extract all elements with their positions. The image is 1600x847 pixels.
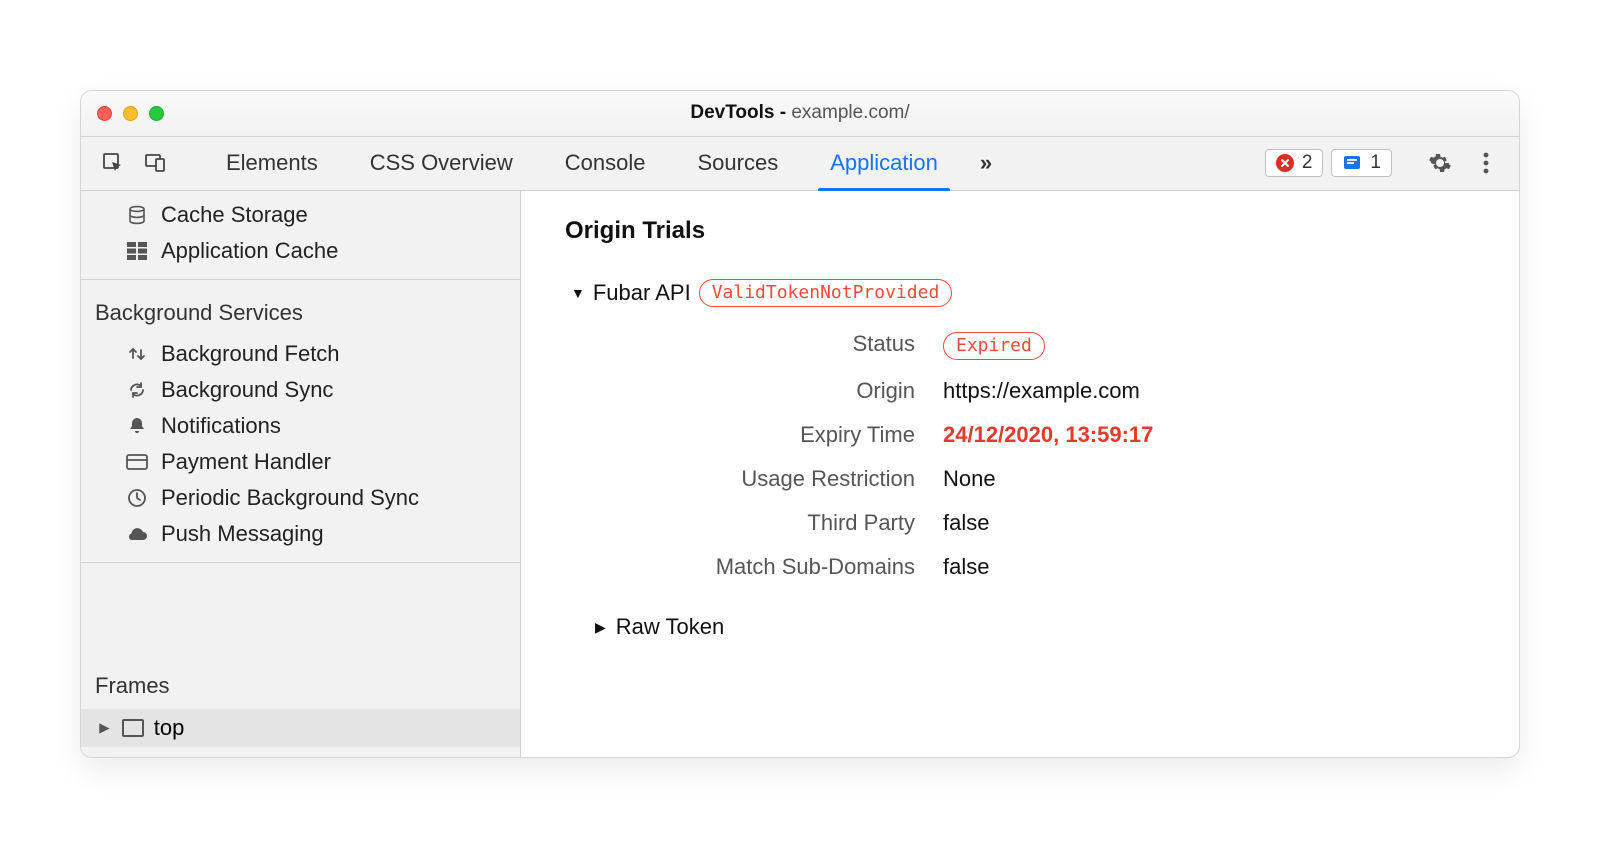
panel-tabs: Elements CSS Overview Console Sources Ap… xyxy=(200,137,964,190)
fetch-icon xyxy=(125,344,149,364)
device-toolbar-button[interactable] xyxy=(135,145,175,181)
sidebar-item-label: Payment Handler xyxy=(161,449,331,475)
devtools-window: DevTools - example.com/ xyxy=(80,90,1520,758)
raw-token-row[interactable]: ▶ Raw Token xyxy=(595,614,1475,640)
sidebar-item-background-fetch[interactable]: Background Fetch xyxy=(81,336,520,372)
bell-icon xyxy=(125,416,149,436)
detail-val-match-subdomains: false xyxy=(943,554,1475,580)
cloud-icon xyxy=(125,526,149,542)
sidebar-item-notifications[interactable]: Notifications xyxy=(81,408,520,444)
tab-css-overview[interactable]: CSS Overview xyxy=(344,137,539,190)
more-tabs-button[interactable]: » xyxy=(964,137,1008,190)
sidebar-item-label: Application Cache xyxy=(161,238,338,264)
sidebar-item-label: Background Fetch xyxy=(161,341,340,367)
panel-body: Cache Storage Application Cache xyxy=(81,191,1519,757)
origin-trial-status-badge: ValidTokenNotProvided xyxy=(699,279,953,307)
section-heading-origin-trials: Origin Trials xyxy=(565,217,1475,245)
errors-count: 2 xyxy=(1302,152,1313,174)
detail-val-third-party: false xyxy=(943,510,1475,536)
disclosure-triangle-icon: ▶ xyxy=(99,719,109,735)
application-sidebar: Cache Storage Application Cache xyxy=(81,191,521,757)
detail-key-expiry: Expiry Time xyxy=(595,422,915,448)
sidebar-item-frame-top[interactable]: ▶ top xyxy=(81,709,520,747)
sidebar-item-payment-handler[interactable]: Payment Handler xyxy=(81,444,520,480)
origin-trial-name: Fubar API xyxy=(593,280,691,306)
tab-console[interactable]: Console xyxy=(539,137,672,190)
issue-icon xyxy=(1342,153,1362,173)
sidebar-item-label: Periodic Background Sync xyxy=(161,485,419,511)
frame-label: top xyxy=(154,715,185,741)
window-title: DevTools - example.com/ xyxy=(81,102,1519,124)
sidebar-item-push-messaging[interactable]: Push Messaging xyxy=(81,516,520,552)
window-titlebar: DevTools - example.com/ xyxy=(81,91,1519,137)
sidebar-item-label: Cache Storage xyxy=(161,202,308,228)
sidebar-heading-frames: Frames xyxy=(81,659,520,709)
sidebar-item-periodic-background-sync[interactable]: Periodic Background Sync xyxy=(81,480,520,516)
more-options-button[interactable] xyxy=(1467,144,1505,182)
devtools-toolbar: Elements CSS Overview Console Sources Ap… xyxy=(81,137,1519,191)
detail-val-expiry: 24/12/2020, 13:59:17 xyxy=(943,422,1475,448)
origin-trial-row[interactable]: ▼ Fubar API ValidTokenNotProvided xyxy=(565,279,1475,307)
sidebar-group-cache: Cache Storage Application Cache xyxy=(81,191,520,279)
disclosure-triangle-icon: ▶ xyxy=(595,619,606,636)
detail-key-third-party: Third Party xyxy=(595,510,915,536)
window-close-button[interactable] xyxy=(97,106,112,121)
window-zoom-button[interactable] xyxy=(149,106,164,121)
window-controls xyxy=(97,106,164,121)
error-icon xyxy=(1276,154,1294,172)
detail-val-origin: https://example.com xyxy=(943,378,1475,404)
sidebar-item-label: Background Sync xyxy=(161,377,333,403)
tab-application[interactable]: Application xyxy=(804,137,964,190)
database-icon xyxy=(125,205,149,225)
detail-key-match-subdomains: Match Sub-Domains xyxy=(595,554,915,580)
issues-count: 1 xyxy=(1370,152,1381,174)
detail-key-status: Status xyxy=(595,331,915,360)
sync-icon xyxy=(125,380,149,400)
sidebar-heading-background-services: Background Services xyxy=(81,286,520,336)
sidebar-item-label: Push Messaging xyxy=(161,521,324,547)
sidebar-item-cache-storage[interactable]: Cache Storage xyxy=(81,197,520,233)
status-badge: Expired xyxy=(943,332,1045,360)
raw-token-label: Raw Token xyxy=(616,614,724,640)
frame-icon xyxy=(122,719,144,737)
tab-sources[interactable]: Sources xyxy=(671,137,804,190)
window-minimize-button[interactable] xyxy=(123,106,138,121)
sidebar-separator xyxy=(81,562,520,563)
disclosure-triangle-icon: ▼ xyxy=(571,285,585,301)
clock-icon xyxy=(125,488,149,508)
card-icon xyxy=(125,454,149,470)
detail-key-usage-restriction: Usage Restriction xyxy=(595,466,915,492)
grid-icon xyxy=(125,242,149,260)
sidebar-group-frames: Frames ▶ top xyxy=(81,653,520,757)
settings-button[interactable] xyxy=(1421,144,1459,182)
inspect-element-button[interactable] xyxy=(93,145,133,181)
sidebar-item-application-cache[interactable]: Application Cache xyxy=(81,233,520,269)
application-main-panel: Origin Trials ▼ Fubar API ValidTokenNotP… xyxy=(521,191,1519,757)
window-title-app: DevTools - xyxy=(690,102,791,123)
detail-key-origin: Origin xyxy=(595,378,915,404)
window-title-url: example.com/ xyxy=(791,102,909,123)
issues-indicator[interactable]: 1 xyxy=(1331,149,1392,177)
console-errors-indicator[interactable]: 2 xyxy=(1265,149,1324,177)
origin-trial-details: Status Expired Origin https://example.co… xyxy=(595,331,1475,580)
sidebar-group-background-services: Background Services Background Fetch xyxy=(81,280,520,562)
detail-val-status: Expired xyxy=(943,331,1475,360)
detail-val-usage-restriction: None xyxy=(943,466,1475,492)
sidebar-item-background-sync[interactable]: Background Sync xyxy=(81,372,520,408)
sidebar-item-label: Notifications xyxy=(161,413,281,439)
tab-elements[interactable]: Elements xyxy=(200,137,344,190)
